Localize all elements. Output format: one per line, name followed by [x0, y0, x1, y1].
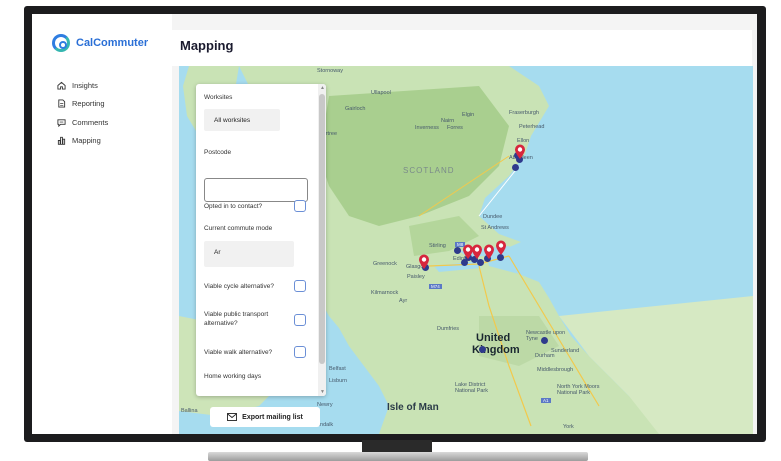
sidebar-nav: Insights Reporting Comments Mapping: [56, 76, 108, 150]
worksites-select[interactable]: All worksites: [204, 109, 280, 131]
map-pin-icon[interactable]: [471, 244, 483, 260]
monitor-stand-neck: [362, 440, 432, 452]
map-pin-icon[interactable]: [514, 144, 526, 160]
panel-scrollbar-thumb[interactable]: [319, 94, 325, 364]
walk-alternative-checkbox[interactable]: [294, 346, 306, 358]
map-label-st-andrews: St Andrews: [481, 225, 509, 231]
mail-icon: [227, 413, 238, 421]
map-label-forres: Forres: [447, 125, 463, 131]
map-label-stornoway: Stornoway: [317, 68, 343, 74]
map-label-greenock: Greenock: [373, 261, 397, 267]
commute-mode-select[interactable]: Ar: [204, 241, 294, 267]
map-pin-icon[interactable]: [483, 244, 495, 260]
map-label-fraserburgh: Fraserburgh: [509, 110, 539, 116]
map-marker-dot[interactable]: [512, 164, 519, 171]
public-transport-label: Viable public transport alternative?: [204, 311, 269, 327]
worksites-label: Worksites: [204, 94, 233, 101]
map-label-gairloch: Gairloch: [345, 106, 366, 112]
walk-alternative-label: Viable walk alternative?: [204, 349, 273, 356]
home-icon: [56, 80, 66, 90]
logo-icon: [52, 34, 70, 52]
page-title: Mapping: [180, 38, 234, 53]
map-label-paisley: Paisley: [407, 274, 425, 280]
map-label-dundee: Dundee: [483, 214, 503, 220]
document-icon: [56, 99, 66, 109]
scroll-down-icon[interactable]: ▼: [320, 389, 325, 395]
map-label-peterhead: Peterhead: [519, 124, 545, 130]
map-marker-dot[interactable]: [479, 346, 486, 353]
map-label-newry: Newry: [317, 402, 333, 408]
map-label-ullapool: Ullapool: [371, 90, 391, 96]
app-logo[interactable]: CalCommuter: [52, 34, 148, 52]
home-working-days-label: Home working days: [204, 373, 262, 380]
sidebar-item-mapping[interactable]: Mapping: [56, 132, 108, 151]
comment-icon: [56, 117, 66, 127]
map-marker-dot[interactable]: [541, 337, 548, 344]
map-pin-icon[interactable]: [495, 240, 507, 256]
map-label-lake-district: Lake District National Park: [455, 382, 489, 394]
scroll-up-icon[interactable]: ▲: [320, 85, 325, 91]
map-label-lisburn: Lisburn: [329, 378, 348, 384]
public-transport-checkbox[interactable]: [294, 314, 306, 326]
map-label-ayr: Ayr: [399, 298, 408, 304]
sidebar-item-reporting[interactable]: Reporting: [56, 95, 108, 114]
map-label-elgin: Elgin: [462, 112, 475, 118]
cycle-alternative-checkbox[interactable]: [294, 280, 306, 292]
map-label-durham: Durham: [535, 353, 555, 359]
export-button-label: Export mailing list: [242, 413, 303, 421]
filter-panel: Worksites All worksites Postcode Opted i…: [196, 84, 326, 396]
sidebar-item-label: Reporting: [72, 99, 105, 109]
sidebar-item-comments[interactable]: Comments: [56, 113, 108, 132]
opted-in-label: Opted in to contact?: [204, 203, 263, 210]
sidebar: CalCommuter Insights Reporting Comments …: [32, 14, 172, 434]
map-label-kilmarnock: Kilmarnock: [371, 290, 399, 296]
bar-chart-icon: [56, 136, 66, 146]
map-label-middlesbrough: Middlesbrough: [537, 367, 574, 373]
cycle-alternative-label: Viable cycle alternative?: [204, 283, 274, 290]
sidebar-item-label: Mapping: [72, 136, 101, 146]
map-marker-dot[interactable]: [477, 259, 484, 266]
app-name: CalCommuter: [76, 37, 149, 49]
map-label-dumfries: Dumfries: [437, 326, 460, 332]
map-label-isle-of-man: Isle of Man: [387, 402, 439, 413]
map-label-sunderland: Sunderland: [551, 348, 580, 354]
export-mailing-list-button[interactable]: Export mailing list: [210, 407, 320, 427]
monitor-scene: CalCommuter Insights Reporting Comments …: [0, 0, 781, 461]
map-marker-dot[interactable]: [454, 247, 461, 254]
map-label-york: York: [563, 424, 574, 430]
map-label-united: United: [476, 332, 511, 344]
map-label-belfast: Belfast: [329, 366, 346, 372]
map-label-inverness: Inverness: [415, 125, 439, 131]
page-header: Mapping: [172, 30, 752, 66]
map-label-north-york-moors: North York Moors National Park: [557, 384, 600, 396]
commute-mode-label: Current commute mode: [204, 225, 273, 232]
road-badge-m74: M74: [429, 284, 442, 289]
map-label-nairn: Nairn: [441, 118, 455, 124]
map-label-scotland: SCOTLAND: [403, 166, 455, 175]
road-badge-a1: A1: [541, 398, 551, 403]
postcode-input[interactable]: [204, 178, 308, 202]
postcode-label: Postcode: [204, 149, 232, 156]
monitor-stand-base: [208, 452, 588, 461]
sidebar-item-label: Insights: [72, 80, 98, 90]
map-pin-icon[interactable]: [418, 254, 430, 270]
map-label-stirling: Stirling: [429, 243, 446, 249]
sidebar-item-label: Comments: [72, 117, 109, 127]
sidebar-item-insights[interactable]: Insights: [56, 76, 108, 95]
opted-in-checkbox[interactable]: [294, 200, 306, 212]
map-label-ballina: Ballina: [181, 408, 198, 414]
